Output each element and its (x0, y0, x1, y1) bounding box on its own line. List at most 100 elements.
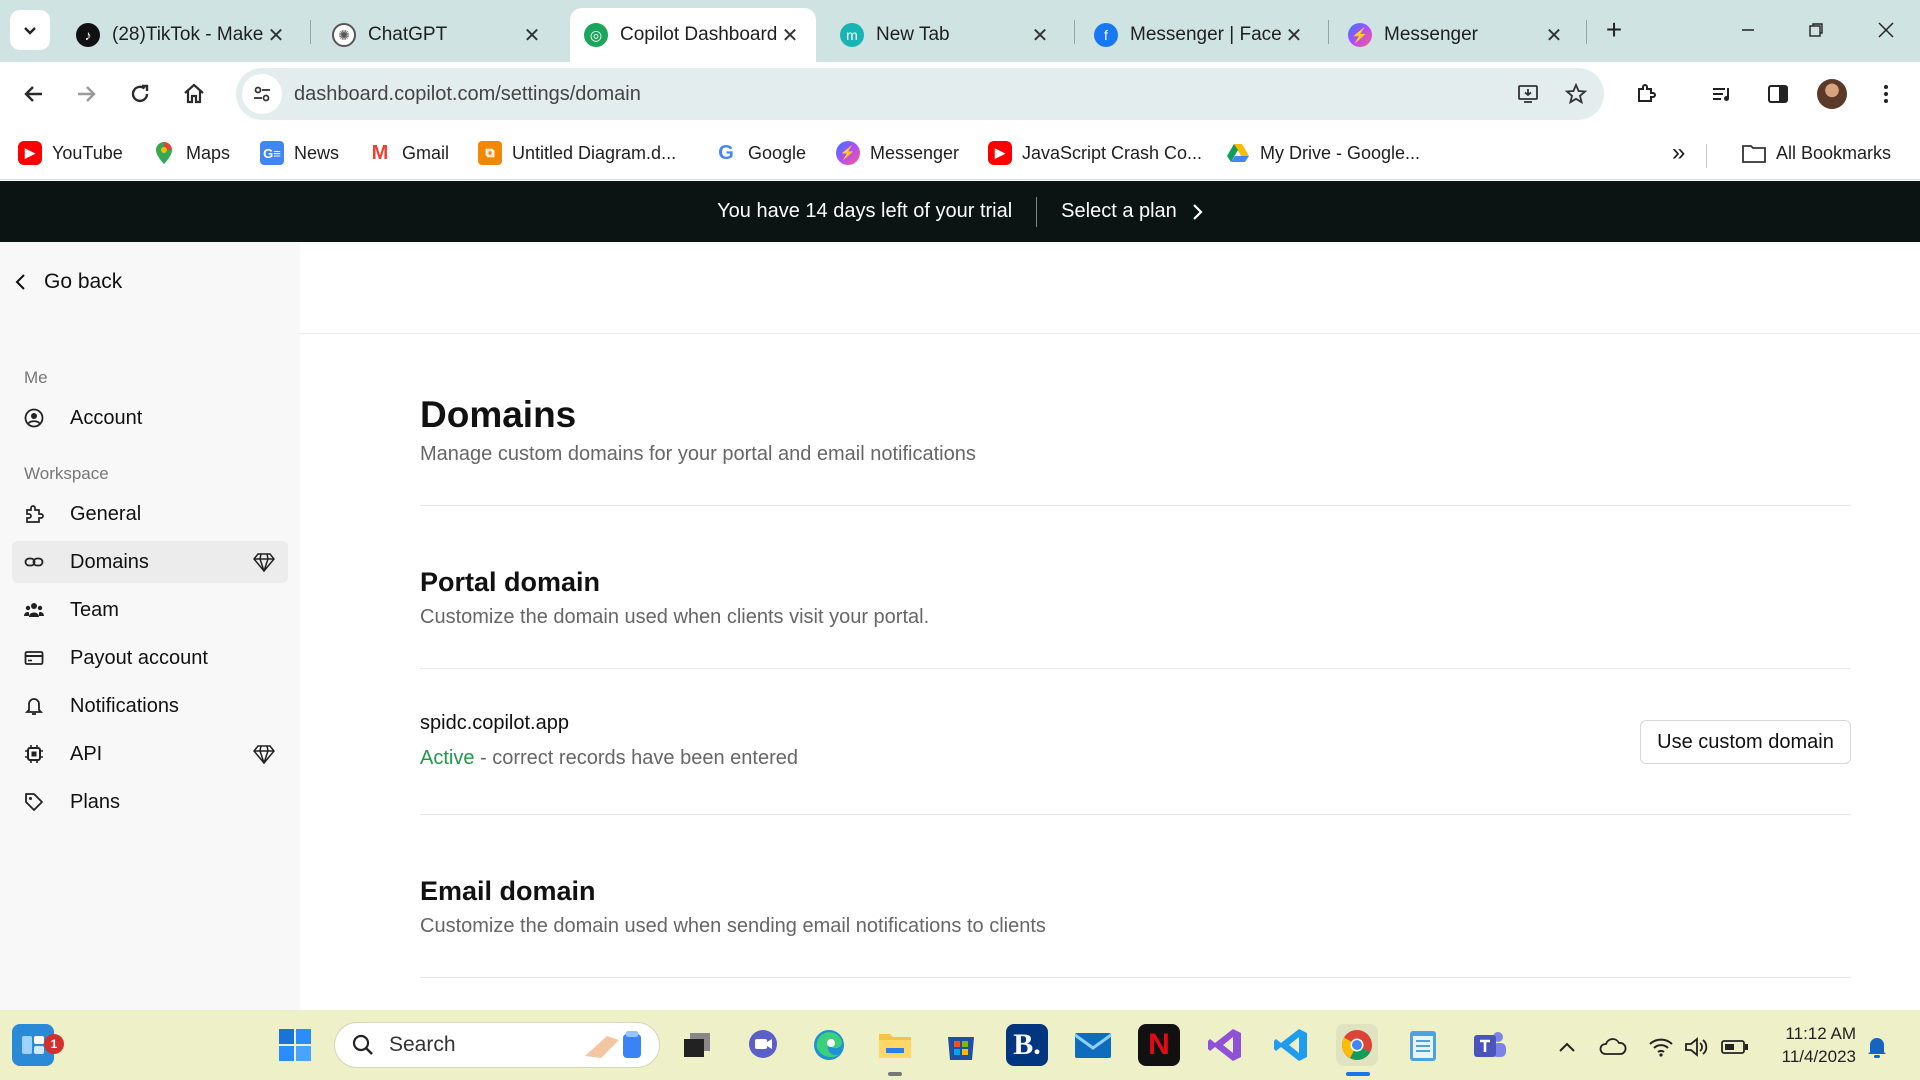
teams-chat-icon[interactable] (742, 1024, 784, 1066)
close-window-button[interactable] (1866, 12, 1906, 48)
tab-divider (1328, 20, 1329, 44)
edge-browser-icon[interactable] (808, 1024, 850, 1066)
widgets-badge: 1 (44, 1034, 64, 1054)
onedrive-icon[interactable] (1598, 1032, 1628, 1062)
page-title: Domains (420, 394, 577, 435)
side-panel-button[interactable] (1756, 72, 1800, 116)
url-text[interactable]: dashboard.copilot.com/settings/domain (294, 83, 1508, 106)
notepad-icon[interactable] (1402, 1024, 1444, 1066)
chatgpt-icon: ✺ (332, 23, 356, 47)
bookmark-maps[interactable]: Maps (152, 138, 230, 168)
sidebar-item-account[interactable]: Account (12, 397, 288, 439)
chevron-left-icon (15, 274, 25, 290)
sidebar-item-general[interactable]: General (12, 493, 288, 535)
sidebar-item-domains[interactable]: Domains (12, 541, 288, 583)
volume-icon[interactable] (1682, 1032, 1712, 1062)
status-badge: Active (420, 747, 475, 769)
more-bookmarks-button[interactable]: » (1672, 138, 1685, 168)
extensions-button[interactable] (1624, 72, 1668, 116)
bookmark-messenger[interactable]: ⚡ Messenger (836, 138, 959, 168)
settings-sidebar: Go back Me Account Workspace General Dom… (0, 242, 300, 1010)
new-tab-button[interactable]: + (1598, 14, 1630, 46)
tab-tiktok[interactable]: ♪ (28)TikTok - Make ✕ (62, 8, 302, 62)
media-queue-icon (1713, 88, 1729, 101)
bookmark-javascript-crash-course[interactable]: ▶ JavaScript Crash Co... (988, 138, 1202, 168)
address-bar[interactable]: dashboard.copilot.com/settings/domain (236, 68, 1604, 120)
windows-start-icon[interactable] (274, 1024, 316, 1066)
netflix-icon[interactable]: N (1138, 1024, 1180, 1066)
reload-button[interactable] (118, 72, 162, 116)
close-tab-button[interactable]: ✕ (1282, 23, 1306, 47)
close-tab-button[interactable]: ✕ (520, 23, 544, 47)
notification-bell-icon[interactable] (1862, 1032, 1892, 1062)
chrome-icon[interactable] (1336, 1024, 1378, 1066)
visual-studio-icon[interactable] (1204, 1024, 1246, 1066)
close-tab-button[interactable]: ✕ (1542, 23, 1566, 47)
media-controls-button[interactable] (1700, 72, 1744, 116)
show-hidden-icons-button[interactable] (1552, 1032, 1582, 1062)
home-button[interactable] (172, 72, 216, 116)
bookmark-my-drive[interactable]: My Drive - Google... (1226, 138, 1420, 168)
sidebar-item-payout-account[interactable]: Payout account (12, 637, 288, 679)
forward-button[interactable] (64, 72, 108, 116)
google-icon: G (718, 141, 734, 164)
bookmark-label: Google (748, 142, 807, 163)
mail-icon[interactable] (1072, 1024, 1114, 1066)
section-divider (420, 977, 1850, 978)
select-plan-link[interactable]: Select a plan (1061, 200, 1203, 223)
tab-messenger-facebook[interactable]: f Messenger | Faceb ✕ (1080, 8, 1320, 62)
tab-messenger[interactable]: ⚡ Messenger ✕ (1334, 8, 1580, 62)
bookmark-google[interactable]: G Google (714, 138, 806, 168)
restore-button[interactable] (1796, 12, 1836, 48)
bookmark-label: All Bookmarks (1776, 142, 1892, 163)
microsoft-store-icon[interactable] (940, 1024, 982, 1066)
system-clock[interactable]: 11:12 AM 11/4/2023 (1768, 1022, 1856, 1068)
tab-copilot-dashboard[interactable]: ◎ Copilot Dashboard ✕ (570, 8, 816, 62)
widgets-icon[interactable]: 1 (12, 1024, 64, 1066)
bookmark-news[interactable]: G≡ News (260, 138, 339, 168)
sidebar-item-team[interactable]: Team (12, 589, 288, 631)
tab-search-button[interactable] (10, 10, 50, 50)
close-tab-button[interactable]: ✕ (264, 23, 288, 47)
back-button[interactable] (12, 72, 56, 116)
google-news-icon: G≡ (260, 141, 284, 165)
youtube-icon: ▶ (18, 141, 42, 165)
sidebar-item-label: Account (70, 406, 143, 429)
tab-new-tab[interactable]: m New Tab ✕ (826, 8, 1066, 62)
taskbar-search-box[interactable]: Search (334, 1022, 660, 1068)
sidebar-item-label: Domains (70, 550, 149, 573)
file-explorer-icon[interactable] (874, 1024, 916, 1066)
close-tab-button[interactable]: ✕ (1028, 23, 1052, 47)
portal-domain-status: Active - correct records have been enter… (420, 747, 798, 770)
sidebar-item-api[interactable]: API (12, 733, 288, 775)
bookmark-gmail[interactable]: M Gmail (368, 138, 449, 168)
minimize-button[interactable] (1728, 12, 1768, 48)
sidebar-item-plans[interactable]: Plans (12, 781, 288, 823)
tab-divider (1586, 20, 1587, 44)
browser-menu-button[interactable] (1864, 72, 1908, 116)
go-back-link[interactable]: Go back (14, 270, 122, 294)
vscode-icon[interactable] (1270, 1024, 1312, 1066)
use-custom-domain-button[interactable]: Use custom domain (1640, 720, 1851, 764)
profile-avatar[interactable] (1817, 79, 1847, 109)
ms-teams-icon[interactable] (1468, 1024, 1510, 1066)
wifi-icon[interactable] (1646, 1032, 1676, 1062)
sidebar-item-notifications[interactable]: Notifications (12, 685, 288, 727)
booking-icon[interactable]: B. (1006, 1024, 1048, 1066)
search-placeholder: Search (389, 1033, 456, 1056)
bookmark-label: Untitled Diagram.d... (512, 142, 677, 163)
user-circle-icon (22, 406, 46, 430)
portal-domain-value: spidc.copilot.app (420, 712, 569, 734)
bookmark-star-icon[interactable] (1556, 74, 1596, 114)
all-bookmarks-button[interactable]: All Bookmarks (1742, 138, 1891, 168)
bookmark-untitled-diagram[interactable]: ⧉ Untitled Diagram.d... (478, 138, 676, 168)
bookmark-youtube[interactable]: ▶ YouTube (18, 138, 123, 168)
site-settings-icon[interactable] (242, 74, 282, 114)
chevron-down-icon (24, 27, 36, 35)
tab-chatgpt[interactable]: ✺ ChatGPT ✕ (318, 8, 558, 62)
bell-icon (22, 694, 46, 718)
task-view-icon[interactable] (676, 1024, 718, 1066)
close-tab-button[interactable]: ✕ (778, 23, 802, 47)
battery-icon[interactable] (1720, 1032, 1750, 1062)
install-app-icon[interactable] (1508, 74, 1548, 114)
